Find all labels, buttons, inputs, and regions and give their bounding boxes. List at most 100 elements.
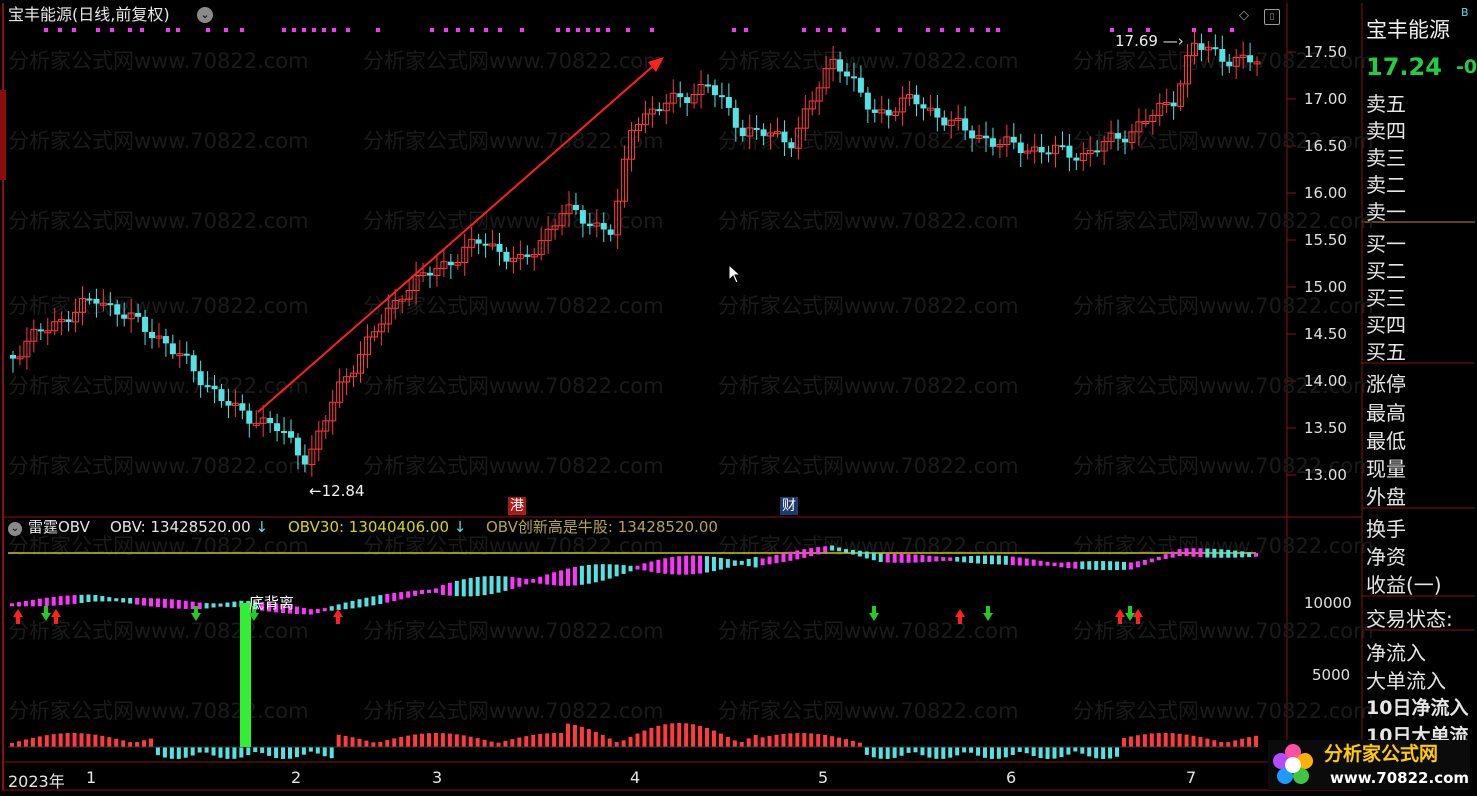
candle-body-down — [225, 401, 232, 406]
candle-body-down — [739, 127, 746, 137]
obv-bar — [614, 564, 619, 577]
obv-bar — [454, 580, 459, 597]
flow-bar — [1135, 735, 1140, 747]
flow-bar — [1149, 733, 1154, 747]
candle-body-down — [447, 261, 454, 266]
divergence-label: 底背离 — [249, 594, 295, 612]
obv-bar — [1135, 561, 1140, 568]
flow-bar — [427, 733, 431, 747]
flow-bar — [718, 733, 723, 747]
flow-bar — [746, 738, 751, 747]
flow-bar — [976, 747, 981, 756]
indicator-name[interactable]: 雷霆OBV — [28, 520, 90, 535]
flow-bar — [1017, 747, 1022, 752]
candle-body-down — [121, 314, 128, 319]
flow-bar — [1073, 747, 1078, 752]
obv-bar — [51, 596, 56, 606]
flow-bar — [1184, 734, 1189, 747]
obv-bar — [225, 602, 230, 607]
flow-bar — [1066, 747, 1071, 755]
candle-body-down — [837, 59, 844, 72]
sell-level-3: 卖三 — [1366, 146, 1406, 170]
signal-dot — [96, 28, 100, 32]
flow-bar — [1003, 747, 1008, 758]
flow-bar — [260, 747, 265, 754]
low-price-label: ←12.84 — [309, 482, 365, 500]
watermark-text: 分析家公式网www.70822.com — [363, 534, 664, 558]
flower-logo-icon — [1273, 744, 1313, 784]
flow-bar — [392, 738, 397, 747]
signal-dot — [346, 28, 350, 32]
flow-bar — [969, 747, 974, 753]
signal-dot — [322, 28, 326, 32]
obv-newhigh-value: OBV创新高是牛股: 13428520.00 — [486, 518, 718, 536]
signal-dot — [940, 28, 944, 32]
sell-level-5: 卖五 — [1366, 92, 1406, 116]
candle-body-down — [183, 353, 190, 356]
signal-dot — [332, 28, 336, 32]
indicator-menu-icon[interactable]: ⌄ — [8, 522, 22, 536]
chevron-down-icon[interactable]: ⌄ — [197, 7, 213, 23]
candle-body-down — [204, 385, 211, 388]
obv-bar — [23, 600, 28, 607]
kline-chart[interactable]: 分析家公式网www.70822.com 分析家公式网www.70822.com 分析… — [0, 0, 1477, 796]
obv-bar — [211, 603, 216, 608]
flow-bar — [274, 747, 279, 758]
flow-bar — [378, 741, 383, 747]
candle-body-down — [732, 107, 739, 128]
obv-bar — [79, 594, 84, 603]
candle-body-down — [718, 95, 725, 98]
flow-bar — [850, 740, 855, 747]
flow-bar — [732, 740, 737, 747]
obv-bar — [1003, 555, 1008, 565]
current-price: 17.24 — [1366, 53, 1442, 81]
restore-window-icon[interactable]: ▯ — [1264, 9, 1280, 25]
candle-body-down — [1170, 102, 1177, 107]
candle-body-down — [197, 371, 204, 386]
corner-char: B — [1461, 6, 1469, 19]
flow-bar — [788, 733, 793, 747]
signal-dot — [732, 28, 736, 32]
event-badge-hk[interactable]: 港 — [508, 497, 526, 515]
flow-bar — [107, 737, 112, 747]
obv-bar — [538, 576, 543, 584]
diamond-icon[interactable]: ◇ — [1237, 9, 1251, 23]
flow-bar — [23, 739, 28, 747]
flow-bar — [329, 747, 334, 759]
flow-bar — [79, 733, 84, 747]
watermark-text: 分析家公式网www.70822.com — [8, 619, 309, 643]
flow-bar — [37, 736, 42, 747]
candle-body-down — [586, 223, 593, 227]
obv-bar — [941, 557, 946, 561]
flow-bar — [795, 733, 800, 747]
flow-bar — [642, 730, 647, 747]
obv-bar — [802, 549, 807, 558]
candle-body-down — [760, 129, 767, 136]
obv-bar — [489, 576, 494, 595]
obv-bar — [413, 590, 418, 596]
flow-bar — [1024, 747, 1029, 754]
mouse-cursor-icon — [728, 264, 742, 284]
x-axis-month: 5 — [818, 768, 829, 787]
signal-dot — [484, 28, 488, 32]
obv-bar — [503, 576, 508, 591]
candle-body-down — [677, 93, 684, 98]
buy-level-3: 买三 — [1366, 286, 1406, 310]
signal-dot — [986, 28, 990, 32]
flow-bar — [1219, 742, 1224, 747]
obv-bar — [308, 609, 313, 615]
signal-dot — [1110, 28, 1114, 32]
flow-bar — [176, 747, 181, 759]
watermark-text: 分析家公式网www.70822.com — [363, 49, 664, 73]
flow-bar — [816, 734, 821, 747]
signal-dot — [240, 28, 244, 32]
obv-bar — [357, 599, 362, 608]
flow-bar — [155, 747, 160, 756]
flow-bar — [93, 734, 98, 747]
x-axis-year: 2023年 — [8, 772, 65, 791]
flow-bar — [517, 737, 522, 747]
event-badge-finance[interactable]: 财 — [780, 497, 798, 515]
candle-body-down — [1212, 47, 1219, 50]
obv-bar — [114, 598, 119, 602]
candle-body-down — [274, 423, 281, 432]
